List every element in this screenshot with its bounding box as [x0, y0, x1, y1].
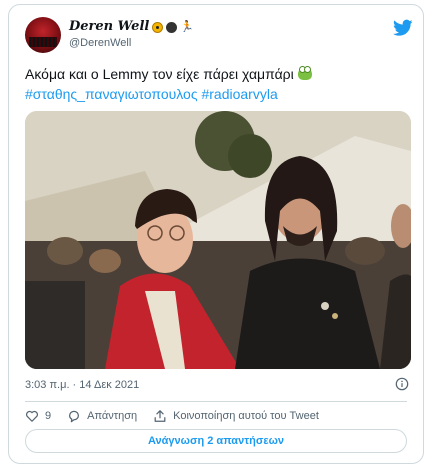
tweet-timestamp[interactable]: 3:03 π.μ. · 14 Δεκ 2021	[25, 379, 139, 391]
share-upload-icon	[154, 410, 166, 422]
author-names: Deren Well 🏃 @DerenWell	[69, 19, 194, 51]
twitter-bird-icon[interactable]	[393, 19, 413, 37]
reply-label: Απάντηση	[87, 410, 138, 422]
info-icon[interactable]	[395, 377, 409, 391]
heart-icon	[26, 410, 38, 422]
reply-button[interactable]: Απάντηση	[67, 409, 137, 423]
tweet-text: Ακόμα και ο Lemmy τον είχε πάρει χαμπάρι	[25, 65, 415, 84]
like-button[interactable]: 9	[25, 409, 51, 423]
display-name-text[interactable]: Deren Well	[69, 19, 149, 35]
photo-image	[25, 111, 411, 369]
share-label: Κοινοποίηση αυτού του Tweet	[173, 410, 319, 422]
avatar[interactable]	[25, 17, 61, 53]
tweet-text-body: Ακόμα και ο Lemmy τον είχε πάρει χαμπάρι	[25, 66, 294, 82]
tweet-hashtags[interactable]: #σταθης_παναγιωτοπουλος #radioarvyla	[25, 85, 278, 104]
runner-emoji: 🏃	[180, 20, 195, 33]
tweet-photo[interactable]	[25, 111, 411, 369]
radioactive-emoji	[152, 21, 164, 33]
author-handle[interactable]: @DerenWell	[69, 35, 194, 51]
display-name[interactable]: Deren Well 🏃	[69, 19, 194, 35]
like-count: 9	[45, 410, 52, 422]
read-replies-button[interactable]: Ανάγνωση 2 απαντήσεων	[25, 429, 407, 453]
frog-emoji	[297, 66, 312, 80]
tweet-card: Deren Well 🏃 @DerenWell Ακόμα και ο Lemm…	[8, 4, 424, 464]
share-button[interactable]: Κοινοποίηση αυτού του Tweet	[153, 409, 319, 423]
black-circle-emoji	[166, 21, 178, 33]
tweet-actions: 9 Απάντηση Κοινοποίηση αυτού του Tweet	[25, 407, 335, 425]
author-header[interactable]: Deren Well 🏃 @DerenWell	[25, 17, 194, 53]
divider	[25, 401, 407, 402]
reply-bubble-icon	[69, 410, 80, 423]
